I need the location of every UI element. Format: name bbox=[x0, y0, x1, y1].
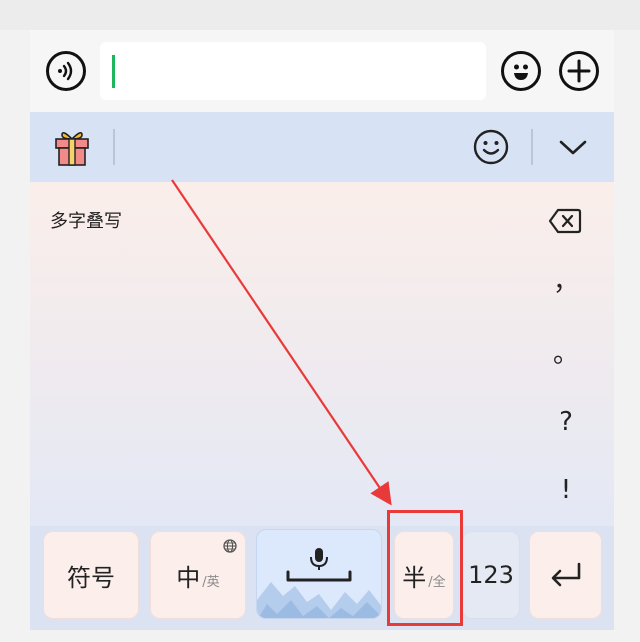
gift-icon[interactable] bbox=[54, 127, 90, 167]
more-functions-button[interactable] bbox=[559, 51, 599, 91]
comma-key[interactable]: ， bbox=[546, 264, 586, 300]
text-caret bbox=[112, 55, 115, 88]
enter-icon bbox=[551, 562, 580, 587]
plus-icon bbox=[567, 59, 591, 83]
space-voice-key[interactable] bbox=[256, 529, 382, 619]
symbols-key[interactable]: 符号 bbox=[43, 531, 139, 619]
question-mark-key[interactable]: ? bbox=[546, 404, 586, 440]
emoji-icon bbox=[514, 64, 528, 80]
backspace-icon[interactable] bbox=[548, 207, 582, 235]
chevron-down-icon[interactable] bbox=[556, 132, 590, 162]
handwriting-area[interactable] bbox=[30, 182, 614, 530]
emoji-button[interactable] bbox=[501, 51, 541, 91]
voice-icon bbox=[58, 61, 73, 81]
voice-input-button[interactable] bbox=[46, 51, 86, 91]
microphone-icon bbox=[286, 548, 352, 582]
top-strip bbox=[0, 0, 640, 30]
globe-icon bbox=[223, 538, 237, 553]
enter-key[interactable] bbox=[529, 531, 602, 619]
keyboard-toolbar bbox=[30, 112, 614, 182]
period-key[interactable]: 。 bbox=[546, 336, 586, 372]
numbers-key-label: 123 bbox=[468, 561, 514, 589]
english-label: /英 bbox=[202, 574, 220, 590]
handwriting-mode-label[interactable]: 多字叠写 bbox=[50, 210, 122, 234]
toolbar-divider bbox=[531, 129, 533, 165]
numbers-key[interactable]: 123 bbox=[462, 531, 520, 619]
smile-icon[interactable] bbox=[473, 129, 509, 165]
toolbar-divider bbox=[113, 129, 115, 165]
chinese-label: 中 bbox=[176, 563, 201, 592]
exclamation-key[interactable]: ! bbox=[546, 472, 586, 508]
symbols-key-label: 符号 bbox=[67, 563, 115, 592]
highlight-box bbox=[387, 510, 463, 626]
message-input[interactable] bbox=[100, 42, 486, 100]
